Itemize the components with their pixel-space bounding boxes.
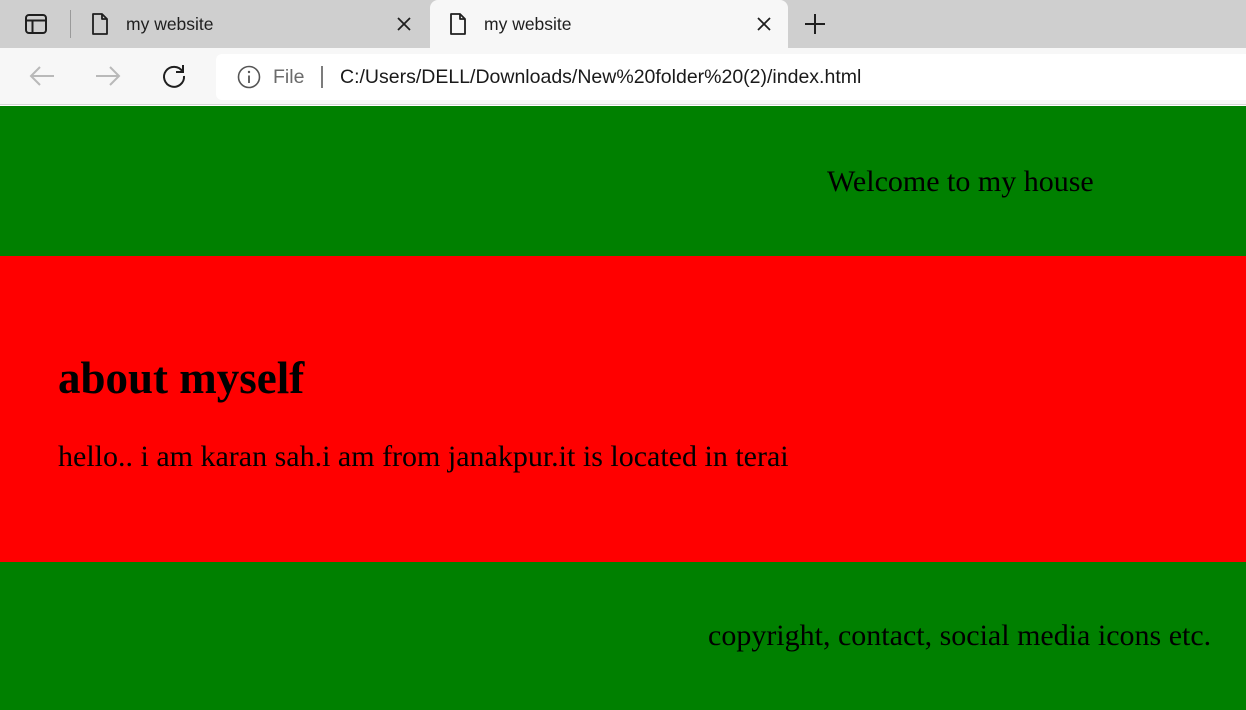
tab-strip: my website my website: [0, 0, 1246, 48]
tab-my-website-1[interactable]: my website: [72, 0, 428, 48]
page-footer: copyright, contact, social media icons e…: [0, 562, 1246, 710]
url-separator: [321, 66, 323, 88]
address-bar[interactable]: File C:/Users/DELL/Downloads/New%20folde…: [216, 54, 1246, 100]
browser-toolbar: File C:/Users/DELL/Downloads/New%20folde…: [0, 48, 1246, 105]
about-heading: about myself: [58, 353, 305, 403]
tab-actions-icon[interactable]: [22, 12, 50, 36]
page-header: Welcome to my house: [0, 106, 1246, 256]
about-section: about myself hello.. i am karan sah.i am…: [0, 256, 1246, 562]
page-icon: [446, 11, 470, 37]
forward-arrow-icon[interactable]: [91, 60, 125, 92]
web-page: Welcome to my house about myself hello..…: [0, 106, 1246, 710]
tab-separator: [70, 10, 71, 38]
file-scheme-label: File: [273, 66, 305, 88]
reload-icon[interactable]: [157, 60, 191, 92]
plus-icon[interactable]: [800, 10, 830, 38]
footer-text: copyright, contact, social media icons e…: [708, 619, 1212, 652]
back-arrow-icon[interactable]: [25, 60, 59, 92]
welcome-text: Welcome to my house: [827, 165, 1094, 198]
page-icon: [88, 11, 112, 37]
tab-my-website-2[interactable]: my website: [430, 0, 788, 48]
close-icon[interactable]: [752, 12, 776, 36]
info-icon[interactable]: [236, 64, 262, 90]
tab-title: my website: [484, 14, 572, 34]
close-icon[interactable]: [392, 12, 416, 36]
tab-title: my website: [126, 14, 214, 34]
about-text: hello.. i am karan sah.i am from janakpu…: [58, 440, 789, 473]
url-text[interactable]: C:/Users/DELL/Downloads/New%20folder%20(…: [340, 65, 861, 89]
